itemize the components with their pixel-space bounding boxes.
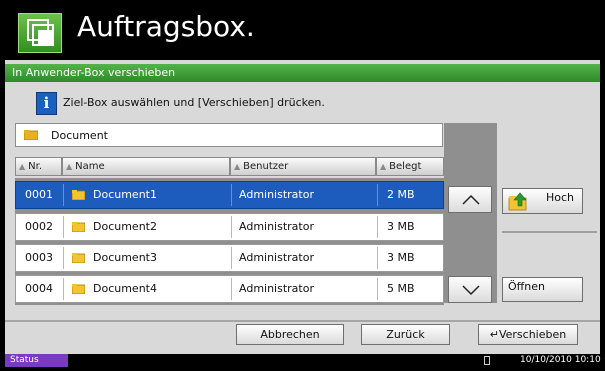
open-button[interactable]: Öffnen <box>502 277 583 302</box>
breadcrumb: Document <box>15 123 443 147</box>
folder-icon <box>72 253 85 263</box>
info-text: Ziel-Box auswählen und [Verschieben] drü… <box>63 96 325 109</box>
open-label: Öffnen <box>508 280 545 293</box>
table-row[interactable]: 0003 Document3 Administrator 3 MB <box>15 244 444 272</box>
sort-icon: ▲ <box>66 162 73 171</box>
info-message: i Ziel-Box auswählen und [Verschieben] d… <box>36 91 396 115</box>
column-header-used[interactable]: ▲ Belegt <box>376 157 444 176</box>
scroll-down-button[interactable] <box>448 276 492 303</box>
back-button[interactable]: Zurück <box>361 324 450 345</box>
divider <box>502 231 597 233</box>
current-folder-label: Document <box>51 129 108 142</box>
status-tab[interactable]: Status <box>5 354 68 367</box>
table-row[interactable]: 0001 Document1 Administrator 2 MB <box>15 181 444 209</box>
move-button[interactable]: ↵Verschieben <box>478 324 578 345</box>
folder-icon <box>72 284 85 294</box>
header: Auftragsbox. <box>5 4 600 56</box>
up-level-label: Hoch <box>546 191 575 204</box>
job-box-icon <box>18 13 62 53</box>
column-header-name[interactable]: ▲ Name <box>62 157 230 176</box>
folder-up-icon <box>508 192 527 211</box>
move-label: Verschieben <box>498 328 567 341</box>
datetime: 10/10/2010 10:10 <box>520 355 601 365</box>
cancel-button[interactable]: Abbrechen <box>236 324 344 345</box>
folder-icon <box>72 222 85 232</box>
table-row[interactable]: 0004 Document4 Administrator 5 MB <box>15 275 444 303</box>
scroll-up-button[interactable] <box>448 186 492 213</box>
chevron-up-icon <box>462 194 480 205</box>
sort-icon: ▲ <box>19 162 26 171</box>
screen: Auftragsbox. In Anwender-Box verschieben… <box>0 0 605 371</box>
folder-icon <box>24 130 38 140</box>
sort-icon: ▲ <box>380 162 387 171</box>
table-header: ▲ Nr. ▲ Name ▲ Benutzer ▲ Belegt <box>15 157 444 176</box>
chevron-down-icon <box>462 285 480 296</box>
sort-icon: ▲ <box>234 162 241 171</box>
info-icon: i <box>36 92 57 115</box>
enter-icon: ↵ <box>489 328 499 341</box>
dialog-title: In Anwender-Box verschieben <box>12 66 176 79</box>
box-list: 0001 Document1 Administrator 2 MB 0002 D… <box>15 178 444 305</box>
table-row[interactable]: 0002 Document2 Administrator 3 MB <box>15 213 444 241</box>
dialog-title-bar: In Anwender-Box verschieben <box>5 64 600 82</box>
up-level-button[interactable]: Hoch <box>502 188 583 214</box>
divider <box>5 320 600 322</box>
document-icon <box>484 356 490 365</box>
folder-icon <box>72 190 85 200</box>
column-header-nr[interactable]: ▲ Nr. <box>15 157 62 176</box>
page-title: Auftragsbox. <box>77 10 255 43</box>
status-bar <box>5 354 600 367</box>
column-header-user[interactable]: ▲ Benutzer <box>230 157 376 176</box>
